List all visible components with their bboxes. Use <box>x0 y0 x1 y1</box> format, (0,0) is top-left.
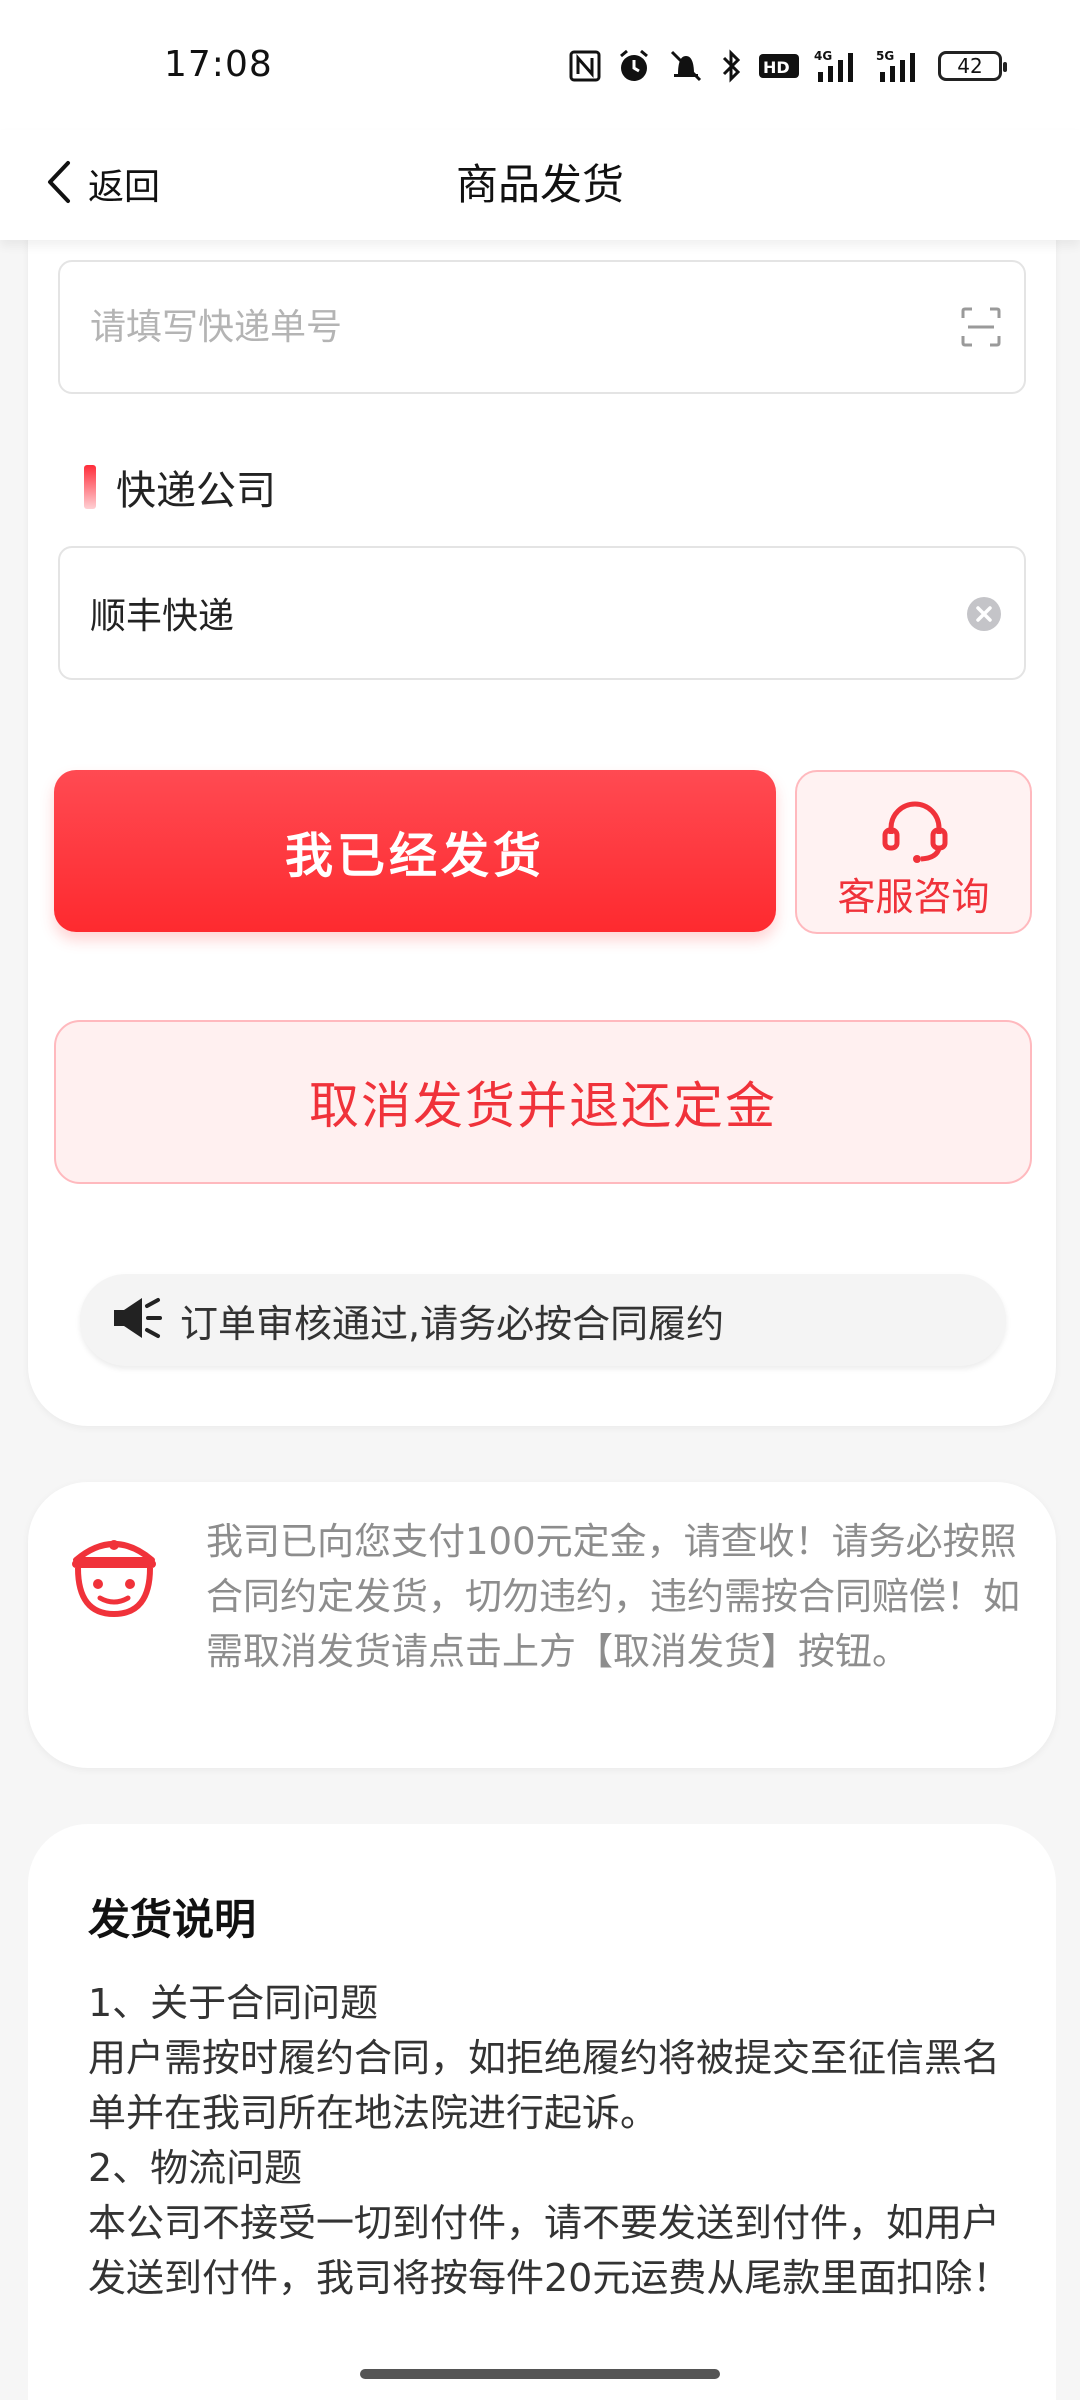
courier-company-label: 快递公司 <box>116 468 276 514</box>
hd-icon: HD <box>758 51 800 81</box>
megaphone-icon <box>110 1292 166 1348</box>
hd-label: HD <box>763 58 790 77</box>
explanation-text-contract: 用户需按时履约合同，如拒绝履约将被提交至征信黑名单并在我司所在地法院进行起诉。 <box>88 2036 1001 2135</box>
confirm-shipped-button[interactable]: 我已经发货 <box>54 770 776 932</box>
explanation-heading-contract: 1、关于合同问题 <box>88 1981 379 2025</box>
signal-5g-label: 5G <box>876 49 894 63</box>
scan-icon[interactable] <box>960 306 1002 352</box>
clear-icon[interactable] <box>966 596 1002 636</box>
signal-5g-icon: 5G <box>876 48 924 84</box>
home-indicator[interactable] <box>360 2369 720 2379</box>
courier-company-input[interactable] <box>90 548 910 678</box>
explanation-title: 发货说明 <box>88 1895 257 1944</box>
bluetooth-icon <box>720 48 744 84</box>
page-title: 商品发货 <box>455 160 624 209</box>
mute-icon <box>666 48 706 84</box>
customer-service-label: 客服咨询 <box>837 875 990 919</box>
nfc-icon <box>568 49 602 83</box>
status-icons: HD 4G 5G 42 <box>568 46 1007 86</box>
shipping-explanation-card: 发货说明 1、关于合同问题 用户需按时履约合同，如拒绝履约将被提交至征信黑名单并… <box>28 1824 1056 2400</box>
nav-bar: 返回 商品发货 <box>0 130 1080 240</box>
status-time: 17:08 <box>164 44 273 85</box>
customer-service-button[interactable]: 客服咨询 <box>795 770 1032 934</box>
guard-avatar-icon <box>58 1516 170 1632</box>
battery-icon: 42 <box>938 51 1007 81</box>
signal-4g-label: 4G <box>814 49 832 63</box>
tracking-number-input[interactable] <box>90 262 910 392</box>
explanation-heading-logistics: 2、物流问题 <box>88 2146 303 2190</box>
status-bar: 17:08 HD 4G 5G 42 <box>0 0 1080 130</box>
explanation-body: 1、关于合同问题 用户需按时履约合同，如拒绝履约将被提交至征信黑名单并在我司所在… <box>88 1976 1018 2306</box>
deposit-info-card: 我司已向您支付100元定金，请查收！请务必按照合同约定发货，切勿违约，违约需按合… <box>28 1482 1056 1768</box>
courier-company-section: 快递公司 <box>84 462 276 514</box>
shipping-form-card: 快递公司 我已经发货 客服咨询 取消发货并退还定金 <box>28 200 1056 1426</box>
tracking-number-field <box>58 260 1026 394</box>
section-accent-bar <box>84 465 96 509</box>
signal-4g-icon: 4G <box>814 48 862 84</box>
headset-icon <box>879 798 951 868</box>
deposit-info-text: 我司已向您支付100元定金，请查收！请务必按照合同约定发货，切勿违约，违约需按合… <box>206 1520 1020 1673</box>
explanation-text-logistics: 本公司不接受一切到付件，请不要发送到付件，如用户发送到付件，我司将按每件20元运… <box>88 2201 1011 2300</box>
alarm-icon <box>616 48 652 84</box>
notice-banner: 订单审核通过,请务必按合同履约 <box>80 1274 1006 1366</box>
notice-text: 订单审核通过,请务必按合同履约 <box>180 1301 725 1346</box>
courier-company-field <box>58 546 1026 680</box>
cancel-shipping-button[interactable]: 取消发货并退还定金 <box>54 1020 1032 1184</box>
